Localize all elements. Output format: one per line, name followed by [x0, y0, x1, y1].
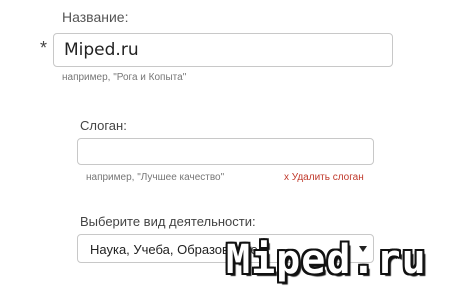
slogan-hint: например, "Лучшее качество": [86, 172, 225, 183]
company-name-input[interactable]: [53, 33, 393, 67]
activity-label: Выберите вид деятельности:: [80, 214, 256, 229]
required-mark: *: [40, 38, 48, 58]
company-form: Название: * например, "Рога и Копыта" Сл…: [0, 0, 450, 293]
slogan-label: Слоган:: [80, 118, 127, 133]
company-name-hint: например, "Рога и Копыта": [62, 72, 187, 83]
slogan-input[interactable]: [77, 138, 374, 165]
delete-slogan-link[interactable]: x Удалить слоган: [284, 172, 364, 183]
watermark-logo: Miped.ru: [226, 237, 427, 283]
company-name-label: Название:: [62, 9, 129, 25]
